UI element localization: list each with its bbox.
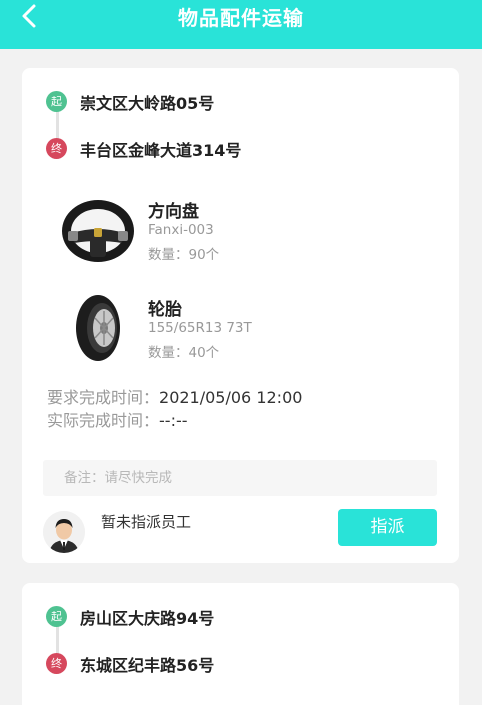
assign-button[interactable]: 指派 [338,509,437,546]
actual-time-row: 实际完成时间：--:-- [47,407,188,431]
item-quantity: 数量：90个 [148,247,220,263]
required-time-value: 2021/05/06 12:00 [159,388,303,407]
note-field[interactable]: 备注：请尽快完成 [43,460,437,496]
end-badge: 终 [46,653,67,674]
actual-time-value: --:-- [159,411,188,430]
page-title: 物品配件运输 [178,6,304,30]
item-quantity: 数量：40个 [148,345,220,361]
start-badge: 起 [46,606,67,627]
steering-wheel-icon [62,200,134,262]
start-badge: 起 [46,91,67,112]
item-model: Fanxi-003 [148,222,214,238]
item-model: 155/65R13 73T [148,320,252,336]
end-badge: 终 [46,138,67,159]
end-address: 丰台区金峰大道314号 [80,141,242,160]
start-address: 房山区大庆路94号 [80,609,215,628]
assignee-status: 暂未指派员工 [101,513,192,531]
order-card[interactable]: 起 房山区大庆路94号 终 东城区纪丰路56号 [22,583,459,705]
item-name: 轮胎 [148,300,182,320]
order-card[interactable]: 起 崇文区大岭路05号 终 丰台区金峰大道314号 方向盘 Fanxi-003 … [22,68,459,563]
required-time-label: 要求完成时间： [47,388,160,407]
actual-time-label: 实际完成时间： [47,411,160,430]
app-header: 物品配件运输 [0,0,482,49]
avatar [43,511,85,553]
required-time-row: 要求完成时间：2021/05/06 12:00 [47,384,302,408]
item-name: 方向盘 [148,202,199,222]
person-avatar-icon [43,511,85,553]
tire-icon [76,295,120,361]
end-address: 东城区纪丰路56号 [80,656,215,675]
start-address: 崇文区大岭路05号 [80,94,215,113]
